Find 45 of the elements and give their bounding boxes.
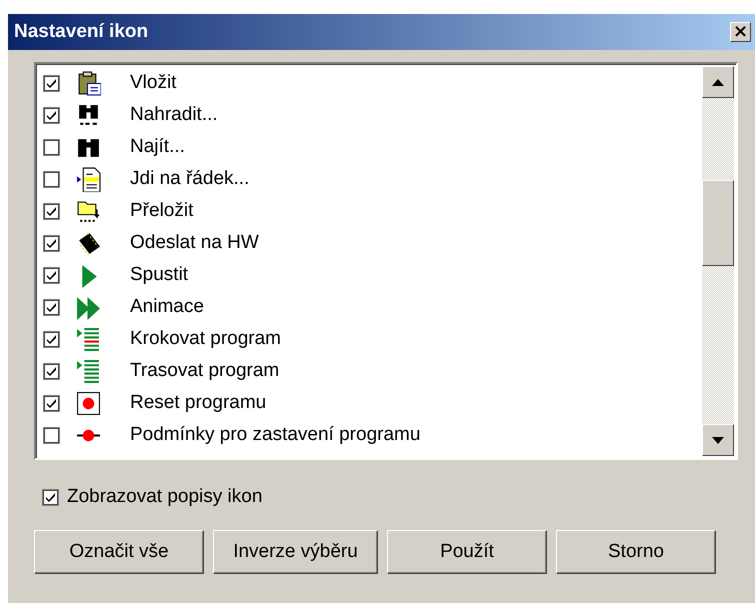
select-all-button[interactable]: Označit vše bbox=[34, 530, 204, 574]
invert-selection-button[interactable]: Inverze výběru bbox=[213, 530, 378, 574]
list-item-label[interactable]: Animace bbox=[130, 296, 204, 318]
window-title: Nastavení ikon bbox=[14, 21, 148, 43]
folder-icon bbox=[76, 198, 101, 224]
cancel-button[interactable]: Storno bbox=[556, 530, 716, 574]
checkbox-label[interactable]: Zobrazovat popisy ikon bbox=[67, 486, 262, 508]
step-list-icon bbox=[76, 326, 101, 352]
checkbox[interactable] bbox=[42, 488, 59, 506]
checkbox[interactable] bbox=[43, 266, 60, 284]
list-item-label[interactable]: Spustit bbox=[130, 264, 188, 286]
close-button[interactable]: × bbox=[730, 22, 751, 42]
checkbox[interactable] bbox=[43, 74, 60, 92]
list-item-label[interactable]: Přeložit bbox=[130, 200, 194, 222]
list-item-label[interactable]: Reset programu bbox=[130, 392, 266, 414]
down-arrow-icon bbox=[712, 436, 724, 444]
checkbox[interactable] bbox=[43, 362, 60, 380]
list-item-label[interactable]: Najít... bbox=[130, 136, 185, 158]
checkbox[interactable] bbox=[43, 234, 60, 252]
list-icon bbox=[76, 358, 101, 384]
record-icon bbox=[76, 390, 101, 416]
checkbox[interactable] bbox=[43, 426, 60, 444]
checkbox[interactable] bbox=[43, 106, 60, 124]
checkbox[interactable] bbox=[43, 138, 60, 156]
scroll-thumb[interactable] bbox=[702, 180, 734, 266]
list-item-label[interactable]: Vložit bbox=[130, 72, 176, 94]
up-arrow-icon bbox=[712, 78, 724, 86]
list-item-label[interactable]: Trasovat program bbox=[130, 360, 280, 382]
checkbox[interactable] bbox=[43, 170, 60, 188]
apply-button[interactable]: Použít bbox=[387, 530, 547, 574]
list-item-label[interactable]: Krokovat program bbox=[130, 328, 282, 350]
list-item-label[interactable]: Jdi na řádek... bbox=[130, 168, 250, 190]
clipboard-icon bbox=[76, 70, 101, 96]
scroll-up-button[interactable] bbox=[702, 66, 734, 98]
list-item-label[interactable]: Podmínky pro zastavení programu bbox=[130, 424, 420, 446]
scrollbar[interactable] bbox=[702, 66, 734, 456]
list-item-label[interactable]: Odeslat na HW bbox=[130, 232, 259, 254]
list-item-label[interactable]: Nahradit... bbox=[130, 104, 218, 126]
checkbox[interactable] bbox=[43, 298, 60, 316]
scroll-down-button[interactable] bbox=[702, 424, 734, 456]
document-icon bbox=[76, 166, 101, 192]
checkbox[interactable] bbox=[43, 330, 60, 348]
checkbox[interactable] bbox=[43, 202, 60, 220]
fast-forward-icon bbox=[76, 294, 101, 320]
checkbox[interactable] bbox=[43, 394, 60, 412]
